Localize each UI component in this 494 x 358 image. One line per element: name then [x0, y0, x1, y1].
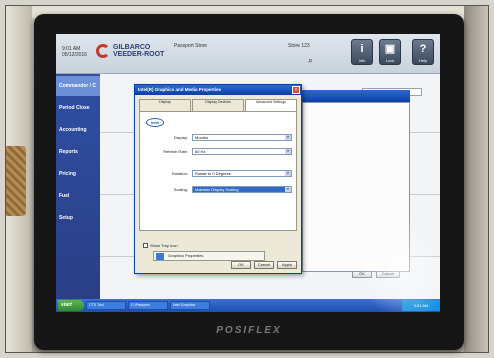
- header-center-text: Passport Store: [174, 43, 208, 49]
- help-icon: ?: [419, 43, 427, 55]
- monitor-brand: POSIFLEX: [216, 325, 282, 336]
- display-label: Display:: [173, 135, 188, 140]
- logo-line-2: VEEDER-ROOT: [113, 51, 165, 58]
- rotation-row: Rotation: Rotate to 0 Degrees ▼: [146, 170, 294, 178]
- search-icon[interactable]: ⌕: [308, 55, 313, 66]
- dialog-title: Intel(R) Graphics and Media Properties: [135, 85, 301, 95]
- display-row: Display: Monitor ▼: [146, 134, 294, 142]
- rotation-label: Rotation:: [171, 171, 188, 176]
- gilbarco-logo: GILBARCO VEEDER-ROOT: [96, 44, 164, 58]
- scaling-select[interactable]: Maintain Display Scaling ▼: [192, 186, 292, 193]
- refresh-rate-row: Refresh Rate: 60 Hz ▼: [146, 148, 294, 156]
- clock: 9:01 AM 05/12/2016: [62, 46, 87, 58]
- tab-display[interactable]: Display: [139, 99, 191, 111]
- info-button-label: Info: [358, 58, 366, 63]
- sidebar-item-period-close[interactable]: Period Close: [56, 98, 100, 118]
- help-button-label: Help: [418, 58, 428, 63]
- info-button[interactable]: i Info: [351, 39, 373, 65]
- refresh-rate-label: Refresh Rate:: [163, 149, 188, 154]
- chevron-down-icon: ▼: [285, 171, 291, 176]
- sidebar-item-setup[interactable]: Setup: [56, 208, 100, 228]
- chevron-down-icon: ▼: [285, 187, 291, 192]
- graphics-properties-dialog: Intel(R) Graphics and Media Properties ×…: [134, 84, 302, 274]
- display-select[interactable]: Monitor ▼: [192, 134, 292, 141]
- tab-display-devices[interactable]: Display Devices: [192, 99, 244, 111]
- basket: [6, 146, 26, 216]
- logo-line-1: GILBARCO: [113, 44, 151, 51]
- close-icon[interactable]: ×: [292, 86, 300, 94]
- dialog-tabs: Display Display Devices Advanced Setting…: [139, 99, 297, 111]
- clock-date: 05/12/2016: [62, 52, 88, 58]
- checkbox-box: [143, 243, 148, 248]
- app-header: 9:01 AM 05/12/2016 GILBARCO VEEDER-ROOT …: [56, 34, 440, 74]
- sidebar-item-fuel[interactable]: Fuel: [56, 186, 100, 206]
- tab-advanced-settings[interactable]: Advanced Settings: [245, 99, 297, 111]
- graphics-icon: [156, 253, 164, 260]
- ok-button[interactable]: OK: [231, 261, 251, 269]
- dialog-panel: intel Display: Monitor ▼ Refresh Rate: 60…: [139, 111, 297, 231]
- chevron-down-icon: ▼: [285, 135, 291, 140]
- lock-icon: ▣: [384, 43, 396, 55]
- dialog-footer: OK Cancel Apply: [231, 261, 297, 269]
- help-button[interactable]: ? Help: [412, 39, 434, 65]
- sidebar-item-pricing[interactable]: Pricing: [56, 164, 100, 184]
- taskbar-item-cts-tool[interactable]: CTS Tool: [86, 301, 126, 310]
- apply-button[interactable]: Apply: [277, 261, 297, 269]
- counter: [464, 6, 488, 352]
- rotation-select[interactable]: Rotate to 0 Degrees ▼: [192, 170, 292, 177]
- system-tray-clock: 9:01 AM: [402, 300, 440, 311]
- sidebar-item-accounting[interactable]: Accounting: [56, 120, 100, 140]
- lock-button-label: Lock: [385, 58, 395, 63]
- screen: 9:01 AM 05/12/2016 GILBARCO VEEDER-ROOT …: [56, 34, 440, 312]
- logo-text: GILBARCO VEEDER-ROOT: [113, 44, 164, 58]
- info-icon: i: [360, 43, 364, 55]
- taskbar-item-passport[interactable]: C:\Passport: [128, 301, 168, 310]
- lock-button[interactable]: ▣ Lock: [379, 39, 401, 65]
- start-button[interactable]: start: [58, 300, 84, 311]
- sidebar: Commander / C Period Close Accounting Re…: [56, 74, 100, 299]
- sidebar-item-reports[interactable]: Reports: [56, 142, 100, 162]
- graphics-properties-button[interactable]: Graphics Properties: [153, 251, 265, 261]
- taskbar-item-intel-graphics[interactable]: Intel Graphics: [170, 301, 210, 310]
- logo-mark-icon: [96, 44, 110, 58]
- show-tray-icon-checkbox[interactable]: Show Tray Icon: [143, 243, 178, 248]
- scaling-row: Scaling: Maintain Display Scaling ▼: [146, 186, 294, 194]
- intel-logo: intel: [146, 118, 164, 127]
- taskbar: start CTS Tool C:\Passport Intel Graphic…: [56, 299, 440, 312]
- background-window-titlebar: [302, 90, 410, 102]
- store-label: Store 123: [288, 43, 310, 49]
- background-window: [302, 102, 410, 272]
- graphics-properties-label: Graphics Properties: [168, 253, 204, 258]
- scaling-label: Scaling:: [173, 187, 188, 192]
- checkbox-label: Show Tray Icon: [150, 243, 178, 248]
- refresh-rate-select[interactable]: 60 Hz ▼: [192, 148, 292, 155]
- cancel-button[interactable]: Cancel: [254, 261, 274, 269]
- chevron-down-icon: ▼: [285, 149, 291, 154]
- pos-monitor: 9:01 AM 05/12/2016 GILBARCO VEEDER-ROOT …: [34, 14, 464, 350]
- sidebar-item-commander[interactable]: Commander / C: [56, 76, 100, 96]
